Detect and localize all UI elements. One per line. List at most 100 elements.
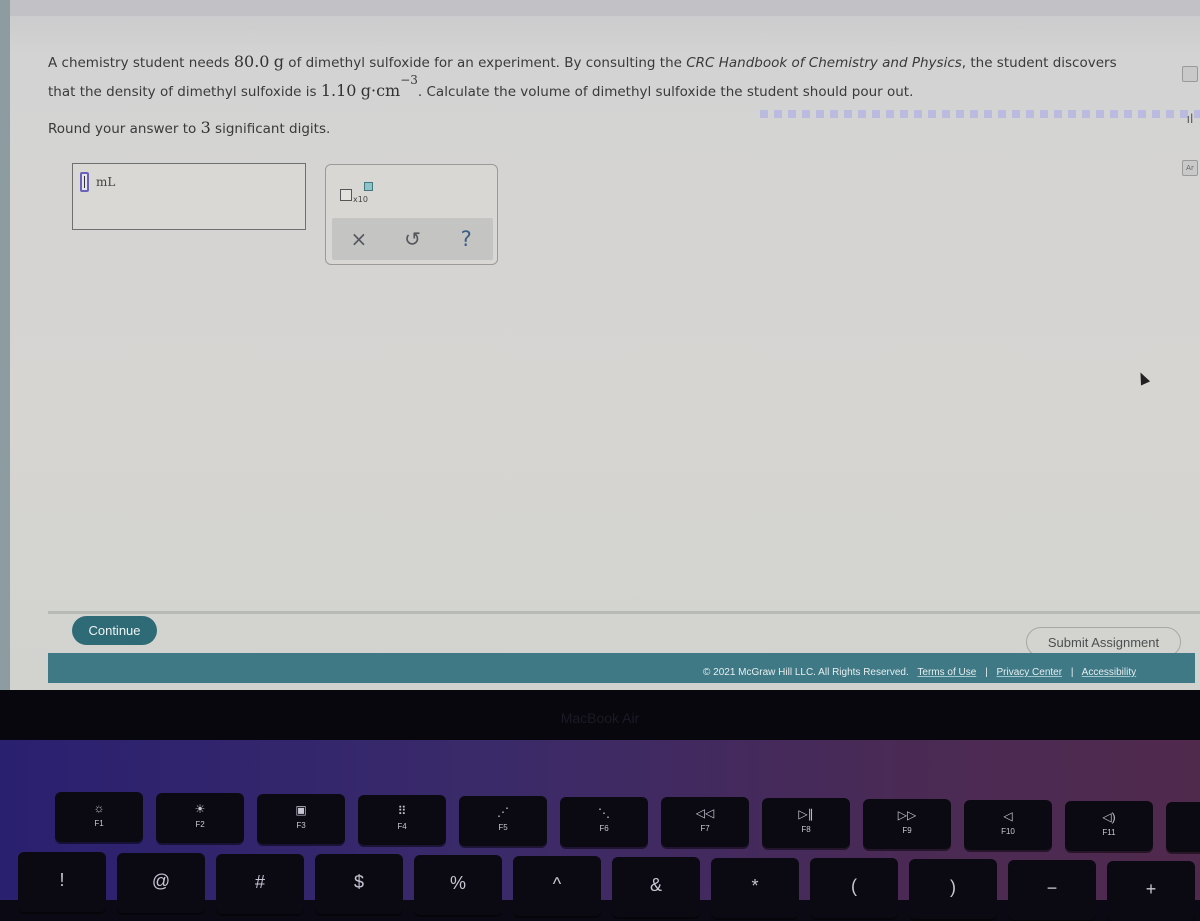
density-exponent: −3 bbox=[400, 73, 418, 87]
function-key-label: F6 bbox=[599, 823, 609, 833]
number-row-key[interactable]: & bbox=[612, 856, 700, 917]
number-row-key[interactable]: $ bbox=[315, 854, 403, 915]
density-unit: g·cm bbox=[360, 81, 401, 100]
function-key-f11[interactable]: ◁) F11 bbox=[1065, 801, 1153, 851]
x10-label: x10 bbox=[353, 195, 368, 204]
number-row-key[interactable]: ^ bbox=[513, 856, 601, 916]
mouse-cursor-icon bbox=[1135, 370, 1151, 386]
function-key-label: F12 bbox=[1166, 829, 1200, 838]
function-key-f8[interactable]: ▷∥ F8 bbox=[762, 798, 850, 849]
continue-button[interactable]: Continue bbox=[72, 616, 157, 645]
function-key-f12[interactable]: ◁)) F12 bbox=[1166, 801, 1200, 852]
number-row-key[interactable]: ) bbox=[909, 859, 997, 920]
function-key-icon: ▷▷ bbox=[897, 808, 917, 823]
question-line-1: A chemistry student needs 80.0 g of dime… bbox=[48, 52, 1117, 71]
function-key-f6[interactable]: ⋱ F6 bbox=[560, 796, 648, 847]
function-key-icon: ◁◁ bbox=[695, 806, 715, 821]
undo-icon: ↺ bbox=[404, 227, 421, 251]
function-key-label: F9 bbox=[902, 826, 912, 836]
question-text: of dimethyl sulfoxide for an experiment.… bbox=[284, 55, 687, 71]
function-key-label: F5 bbox=[498, 822, 508, 832]
mass-unit: g bbox=[273, 52, 285, 71]
number-row-key[interactable]: * bbox=[711, 857, 799, 918]
periodic-table-icon[interactable]: Ar bbox=[1182, 160, 1198, 176]
function-key-icon: ☀ bbox=[194, 801, 206, 816]
tool-bar: × ↺ ? bbox=[332, 218, 493, 260]
question-line-2: that the density of dimethyl sulfoxide i… bbox=[48, 73, 914, 100]
terms-of-use-link[interactable]: Terms of Use bbox=[917, 667, 976, 678]
function-key-icon: ☼ bbox=[93, 801, 105, 815]
function-key-label: F7 bbox=[700, 824, 710, 834]
question-text: significant digits. bbox=[210, 121, 331, 137]
function-key-f2[interactable]: ☀ F2 bbox=[156, 792, 244, 843]
scientific-notation-button[interactable]: x10 bbox=[340, 182, 380, 206]
function-key-label: F11 bbox=[1102, 828, 1116, 837]
function-key-label: F3 bbox=[296, 820, 306, 830]
function-key-f4[interactable]: ⠿ F4 bbox=[358, 794, 446, 845]
function-key-icon: ⋰ bbox=[497, 804, 509, 819]
data-chart-icon[interactable]: ıl bbox=[1182, 112, 1198, 128]
exponent-box-icon bbox=[364, 182, 373, 191]
copyright-text: © 2021 McGraw Hill LLC. All Rights Reser… bbox=[703, 667, 909, 678]
function-key-label: F4 bbox=[397, 821, 407, 831]
function-key-f10[interactable]: ◁ F10 bbox=[964, 800, 1052, 851]
density-value: 1.10 bbox=[320, 81, 357, 100]
function-key-icon: ◁) bbox=[1102, 810, 1116, 824]
accessibility-link[interactable]: Accessibility bbox=[1082, 667, 1136, 678]
number-row-key[interactable]: # bbox=[216, 853, 304, 914]
number-row-key[interactable]: @ bbox=[117, 852, 205, 913]
keyboard-deck: ☼F1☀F2▣F3⠿F4⋰F5⋱F6◁◁F7▷∥F8▷▷F9◁F10◁)F11◁… bbox=[0, 740, 1200, 921]
function-key-f3[interactable]: ▣ F3 bbox=[257, 793, 345, 844]
number-row-key[interactable]: ! bbox=[18, 852, 106, 912]
function-key-icon: ▷∥ bbox=[798, 807, 814, 822]
question-text: , the student discovers bbox=[961, 55, 1117, 71]
function-key-label: F10 bbox=[1001, 827, 1015, 837]
math-tool-panel: x10 × ↺ ? bbox=[325, 164, 498, 265]
question-text: . Calculate the volume of dimethyl sulfo… bbox=[417, 84, 914, 100]
function-key-f9[interactable]: ▷▷ F9 bbox=[863, 799, 951, 850]
footer-separator: | bbox=[985, 667, 988, 678]
footer-links: © 2021 McGraw Hill LLC. All Rights Reser… bbox=[703, 667, 1142, 678]
number-row-key[interactable]: % bbox=[414, 855, 502, 916]
browser-screen: A chemistry student needs 80.0 g of dime… bbox=[0, 0, 1200, 690]
function-key-f7[interactable]: ◁◁ F7 bbox=[661, 797, 749, 848]
mass-value: 80.0 bbox=[233, 52, 270, 71]
function-key-f1[interactable]: ☼ F1 bbox=[55, 792, 143, 842]
laptop-brand: MacBook Air bbox=[560, 710, 640, 726]
question-line-3: Round your answer to 3 significant digit… bbox=[48, 118, 330, 137]
content-divider bbox=[48, 611, 1200, 614]
answer-unit: mL bbox=[96, 175, 116, 189]
book-title: CRC Handbook of Chemistry and Physics bbox=[686, 55, 962, 71]
side-toolbar: ıl Ar bbox=[1180, 60, 1200, 190]
screen-glare bbox=[760, 110, 1200, 118]
left-edge-strip bbox=[0, 0, 10, 690]
function-key-f5[interactable]: ⋰ F5 bbox=[459, 795, 547, 846]
close-icon: × bbox=[350, 227, 368, 251]
answer-input[interactable] bbox=[80, 172, 89, 192]
function-key-icon: ◁)) bbox=[1166, 811, 1200, 825]
function-key-icon: ⠿ bbox=[397, 803, 407, 818]
calculator-icon[interactable] bbox=[1182, 66, 1198, 82]
footer-separator: | bbox=[1070, 667, 1074, 678]
help-button[interactable]: ? bbox=[451, 224, 481, 254]
privacy-center-link[interactable]: Privacy Center bbox=[996, 667, 1062, 678]
function-key-label: F8 bbox=[801, 825, 811, 835]
undo-button[interactable]: ↺ bbox=[397, 224, 427, 254]
question-text: Round your answer to bbox=[48, 121, 201, 137]
function-key-label: F1 bbox=[94, 819, 104, 828]
function-key-label: F2 bbox=[195, 819, 205, 829]
number-row-key[interactable]: − bbox=[1008, 860, 1096, 920]
function-key-icon: ⋱ bbox=[598, 805, 610, 820]
number-row-key[interactable]: + bbox=[1107, 860, 1195, 921]
function-key-icon: ▣ bbox=[295, 802, 307, 817]
mantissa-box-icon bbox=[340, 189, 352, 201]
top-band bbox=[10, 0, 1200, 16]
function-key-icon: ◁ bbox=[1003, 809, 1013, 824]
number-row-key[interactable]: ( bbox=[810, 858, 898, 919]
question-text: that the density of dimethyl sulfoxide i… bbox=[48, 84, 321, 100]
footer: © 2021 McGraw Hill LLC. All Rights Reser… bbox=[48, 653, 1195, 683]
help-icon: ? bbox=[460, 227, 472, 251]
clear-button[interactable]: × bbox=[344, 224, 374, 254]
answer-box[interactable]: mL bbox=[72, 163, 306, 230]
question-text: A chemistry student needs bbox=[48, 55, 234, 71]
